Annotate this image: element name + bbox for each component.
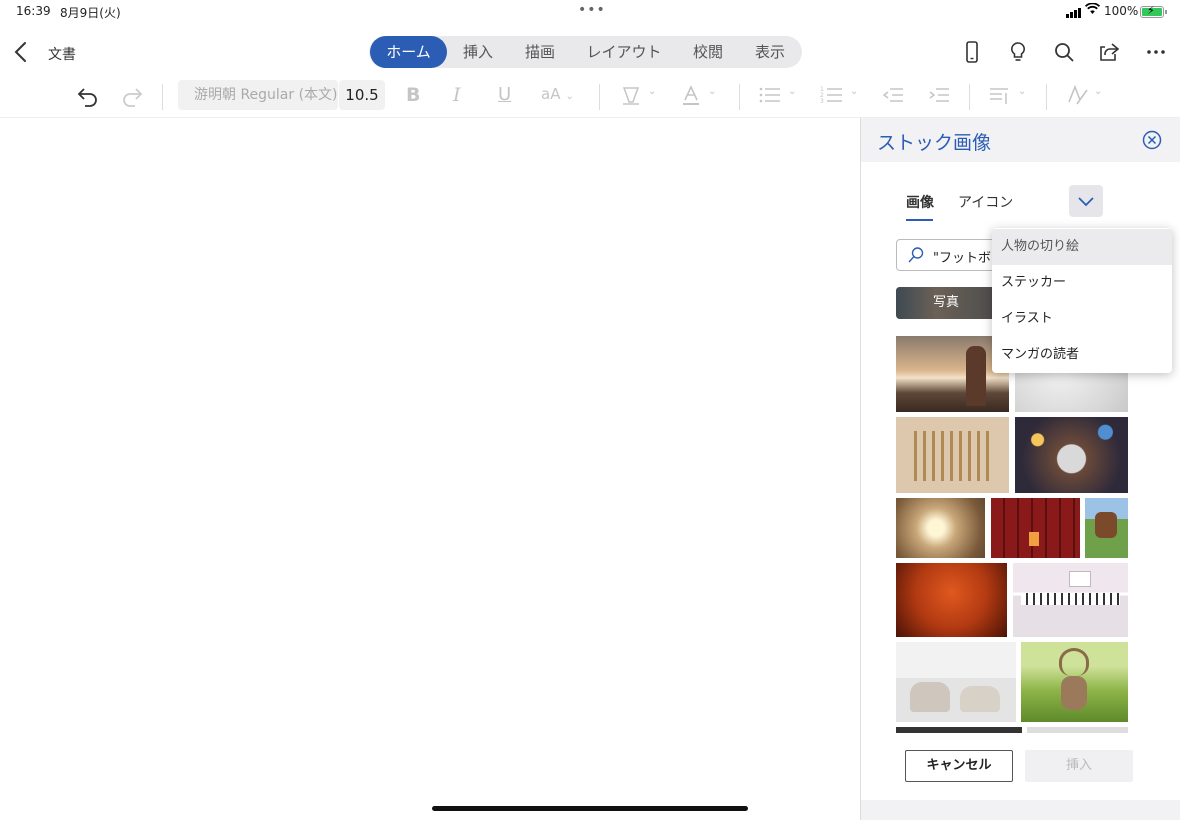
dropdown-arrow [1078,219,1096,228]
tab-home[interactable]: ホーム [370,36,447,68]
stock-image-thumbnail[interactable] [1015,417,1128,493]
toolbar-divider [599,84,600,110]
panel-title: ストック画像 [877,132,992,154]
more-icon[interactable] [1144,40,1168,64]
underline-icon[interactable]: U [498,84,511,110]
status-time: 16:39 [16,4,51,18]
close-circle-icon[interactable] [1142,130,1162,150]
stock-image-thumbnail[interactable] [1027,727,1128,733]
italic-icon[interactable]: I [453,84,461,110]
paragraph-icon[interactable]: ⌄ [988,84,1026,110]
app-window: 16:39 8月9日(火) ••• 100% ⚡ 文書 ホーム 挿入 描画 レイ… [0,0,1180,820]
search-icon[interactable] [1052,40,1076,64]
insert-button[interactable]: 挿入 [1025,750,1133,782]
indent-icon[interactable] [928,84,950,110]
numbering-icon[interactable]: 1 2 3 ⌄ [820,84,858,110]
bold-icon[interactable]: B [406,84,420,110]
dropdown-item-stickers[interactable]: ステッカー [992,265,1172,301]
toolbar-divider [739,84,740,110]
panel-header: ストック画像 [861,118,1180,162]
highlighter-icon[interactable]: ⌄ [620,84,656,110]
ribbon-tabs: ホーム 挿入 描画 レイアウト 校閲 表示 [369,36,802,68]
stock-images-panel: ストック画像 画像 アイコン "フットボール" 写真 [860,118,1180,820]
svg-text:3: 3 [820,98,824,105]
stock-image-thumbnail[interactable] [991,498,1080,558]
tab-layout[interactable]: レイアウト [577,36,671,68]
font-size-icon[interactable]: aA ⌄ [541,84,574,110]
tab-draw[interactable]: 描画 [513,36,567,68]
document-title[interactable]: 文書 [48,44,76,64]
stock-image-thumbnail[interactable] [1085,498,1128,558]
dropdown-item-manga-readers[interactable]: マンガの読者 [992,337,1172,373]
styles-icon[interactable]: ⌄ [1066,84,1102,110]
stock-image-thumbnail[interactable] [1013,563,1128,637]
font-name-field[interactable]: 游明朝 Regular (本文) [178,80,338,110]
stock-image-thumbnail[interactable] [896,727,1022,733]
dropdown-item-illustrations[interactable]: イラスト [992,301,1172,337]
share-icon[interactable] [1098,40,1122,64]
bullets-icon[interactable]: ⌄ [758,84,796,110]
back-arrow-icon[interactable] [12,40,32,64]
dropdown-item-cutout-people[interactable]: 人物の切り絵 [992,229,1172,265]
stock-image-thumbnail[interactable] [896,417,1009,493]
panel-footer [861,800,1180,820]
status-bar: 16:39 8月9日(火) ••• 100% ⚡ [0,0,1180,24]
battery-icon: ⚡ [1140,4,1167,18]
toolbar-divider [162,84,163,110]
signal-icon [1066,8,1082,18]
tab-review[interactable]: 校閲 [681,36,735,68]
active-tab-indicator [906,219,933,221]
stock-image-thumbnail[interactable] [1021,642,1128,722]
filter-chip-photo[interactable]: 写真 [896,287,996,319]
stock-image-thumbnail[interactable] [896,563,1007,637]
font-size-field[interactable]: 10.5 [339,80,385,110]
redo-icon[interactable] [120,84,144,110]
multitask-dots-icon[interactable]: ••• [578,2,606,18]
tab-icons[interactable]: アイコン [958,192,1013,212]
font-color-icon[interactable]: ⌄ [680,84,716,110]
magnifier-icon [907,246,925,268]
category-dropdown-menu: 人物の切り絵 ステッカー イラスト マンガの読者 [992,228,1172,373]
cancel-button[interactable]: キャンセル [905,750,1013,782]
status-date: 8月9日(火) [60,6,121,20]
wifi-icon [1084,2,1101,19]
lightbulb-icon[interactable] [1006,40,1030,64]
toolbar-divider [969,84,970,110]
stock-image-thumbnail[interactable] [896,498,985,558]
document-canvas[interactable] [0,118,860,820]
filter-chip-label: 写真 [932,295,959,310]
tab-insert[interactable]: 挿入 [451,36,505,68]
stock-image-thumbnail[interactable] [896,642,1016,722]
phone-icon[interactable] [960,40,984,64]
home-indicator[interactable] [432,806,748,811]
battery-percent: 100% [1104,4,1139,18]
undo-icon[interactable] [76,84,100,110]
formatting-toolbar: 游明朝 Regular (本文) 10.5 B I U aA ⌄ ⌄ ⌄ ⌄ 1… [0,76,1180,118]
tab-view[interactable]: 表示 [743,36,797,68]
tab-images[interactable]: 画像 [906,192,934,212]
toolbar-divider [1046,84,1047,110]
outdent-icon[interactable] [882,84,904,110]
search-input[interactable]: "フットボール" [896,239,1006,271]
category-dropdown-button[interactable] [1069,185,1103,217]
